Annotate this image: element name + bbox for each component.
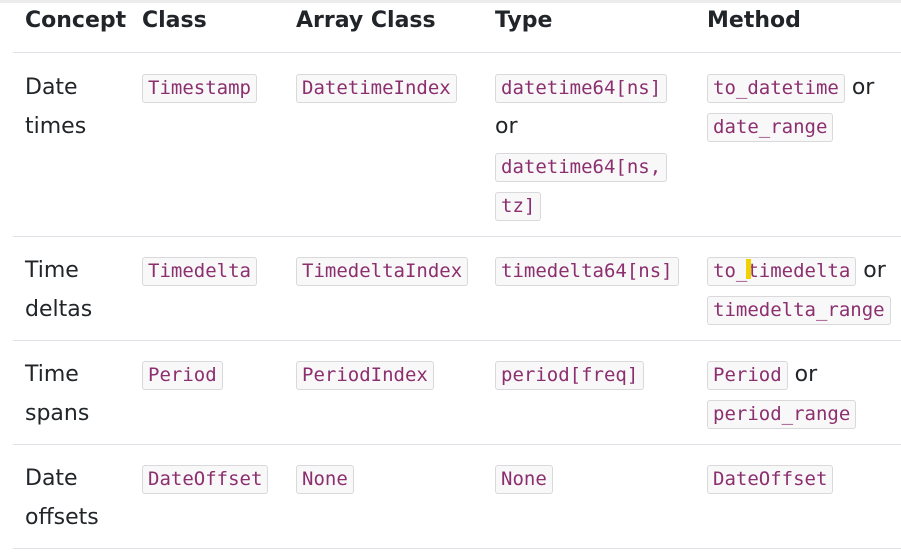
- array-class-code-link[interactable]: DatetimeIndex: [296, 73, 457, 103]
- or-text: or: [495, 114, 518, 139]
- table-row: Time spans Period PeriodIndex period[fre…: [13, 340, 901, 445]
- class-cell: Period: [130, 340, 284, 445]
- array-class-cell: PeriodIndex: [284, 340, 483, 445]
- table-body: Date times Timestamp DatetimeIndex datet…: [13, 52, 901, 549]
- or-text: or: [794, 361, 818, 387]
- method-cell: Period or period_range: [695, 340, 901, 445]
- class-code-link[interactable]: Timestamp: [142, 73, 257, 103]
- class-cell: Timestamp: [130, 52, 284, 237]
- method-code-link[interactable]: Period: [707, 360, 788, 390]
- header-concept: Concept: [13, 3, 130, 53]
- header-method: Method: [695, 3, 901, 53]
- array-class-cell: TimedeltaIndex: [284, 236, 483, 341]
- array-class-code: None: [296, 464, 354, 494]
- type-cell: timedelta64[ns]: [483, 236, 695, 341]
- or-text: or: [863, 257, 886, 283]
- method-code-link[interactable]: period_range: [707, 400, 857, 429]
- type-cell: datetime64[ns] or datetime64[ns, tz] dat…: [483, 52, 695, 237]
- concept-cell: Time deltas: [13, 236, 130, 341]
- method-code-part: timedelta: [747, 259, 851, 282]
- method-code-link[interactable]: DateOffset: [707, 464, 834, 494]
- method-code-link[interactable]: date_range: [707, 113, 834, 142]
- text-cursor-highlight: [746, 258, 752, 279]
- table-row: Date times Timestamp DatetimeIndex datet…: [13, 52, 901, 237]
- type-code-continued: tz]: [495, 192, 542, 221]
- method-cell: DateOffset: [695, 444, 901, 549]
- array-class-cell: None: [284, 444, 483, 549]
- type-code: period[freq]: [495, 360, 645, 390]
- table-row: Date offsets DateOffset None None DateOf…: [13, 444, 901, 549]
- array-class-code-link[interactable]: PeriodIndex: [296, 360, 434, 390]
- method-code-part: to_: [713, 259, 748, 282]
- array-class-cell: DatetimeIndex: [284, 52, 483, 237]
- concept-label: Time spans: [25, 361, 90, 427]
- concept-label: Date offsets: [25, 465, 99, 531]
- method-cell: to_datetime or date_range: [695, 52, 901, 237]
- concept-label: Time deltas: [25, 257, 93, 323]
- table-header: Concept Class Array Class Type Method: [13, 3, 901, 53]
- type-cell: period[freq]: [483, 340, 695, 445]
- class-code-link[interactable]: Timedelta: [142, 256, 257, 286]
- type-code: datetime64[ns,: [495, 152, 668, 182]
- timeseries-concepts-table: Concept Class Array Class Type Method Da…: [13, 3, 901, 549]
- concept-cell: Date offsets: [13, 444, 130, 549]
- method-code-link[interactable]: to_datetime: [707, 73, 845, 103]
- method-code-link[interactable]: to_timedelta: [707, 256, 857, 286]
- header-class: Class: [130, 3, 284, 53]
- class-code-link[interactable]: DateOffset: [142, 464, 269, 494]
- header-type: Type: [483, 3, 695, 53]
- array-class-code-link[interactable]: TimedeltaIndex: [296, 256, 469, 286]
- class-cell: Timedelta: [130, 236, 284, 341]
- method-code-link[interactable]: timedelta_range: [707, 296, 891, 325]
- class-cell: DateOffset: [130, 444, 284, 549]
- type-code: timedelta64[ns]: [495, 256, 679, 286]
- header-array-class: Array Class: [284, 3, 483, 53]
- class-code-link[interactable]: Period: [142, 360, 223, 390]
- type-code: None: [495, 464, 553, 494]
- concept-cell: Time spans: [13, 340, 130, 445]
- type-cell: None: [483, 444, 695, 549]
- concept-cell: Date times: [13, 52, 130, 237]
- type-code: datetime64[ns]: [495, 73, 668, 103]
- table-row: Time deltas Timedelta TimedeltaIndex tim…: [13, 236, 901, 341]
- or-text: or: [851, 74, 875, 100]
- method-cell: to_timedelta to_timedelta or timedelta_r…: [695, 236, 901, 341]
- header-row: Concept Class Array Class Type Method: [13, 3, 901, 53]
- concept-label: Date times: [25, 74, 87, 140]
